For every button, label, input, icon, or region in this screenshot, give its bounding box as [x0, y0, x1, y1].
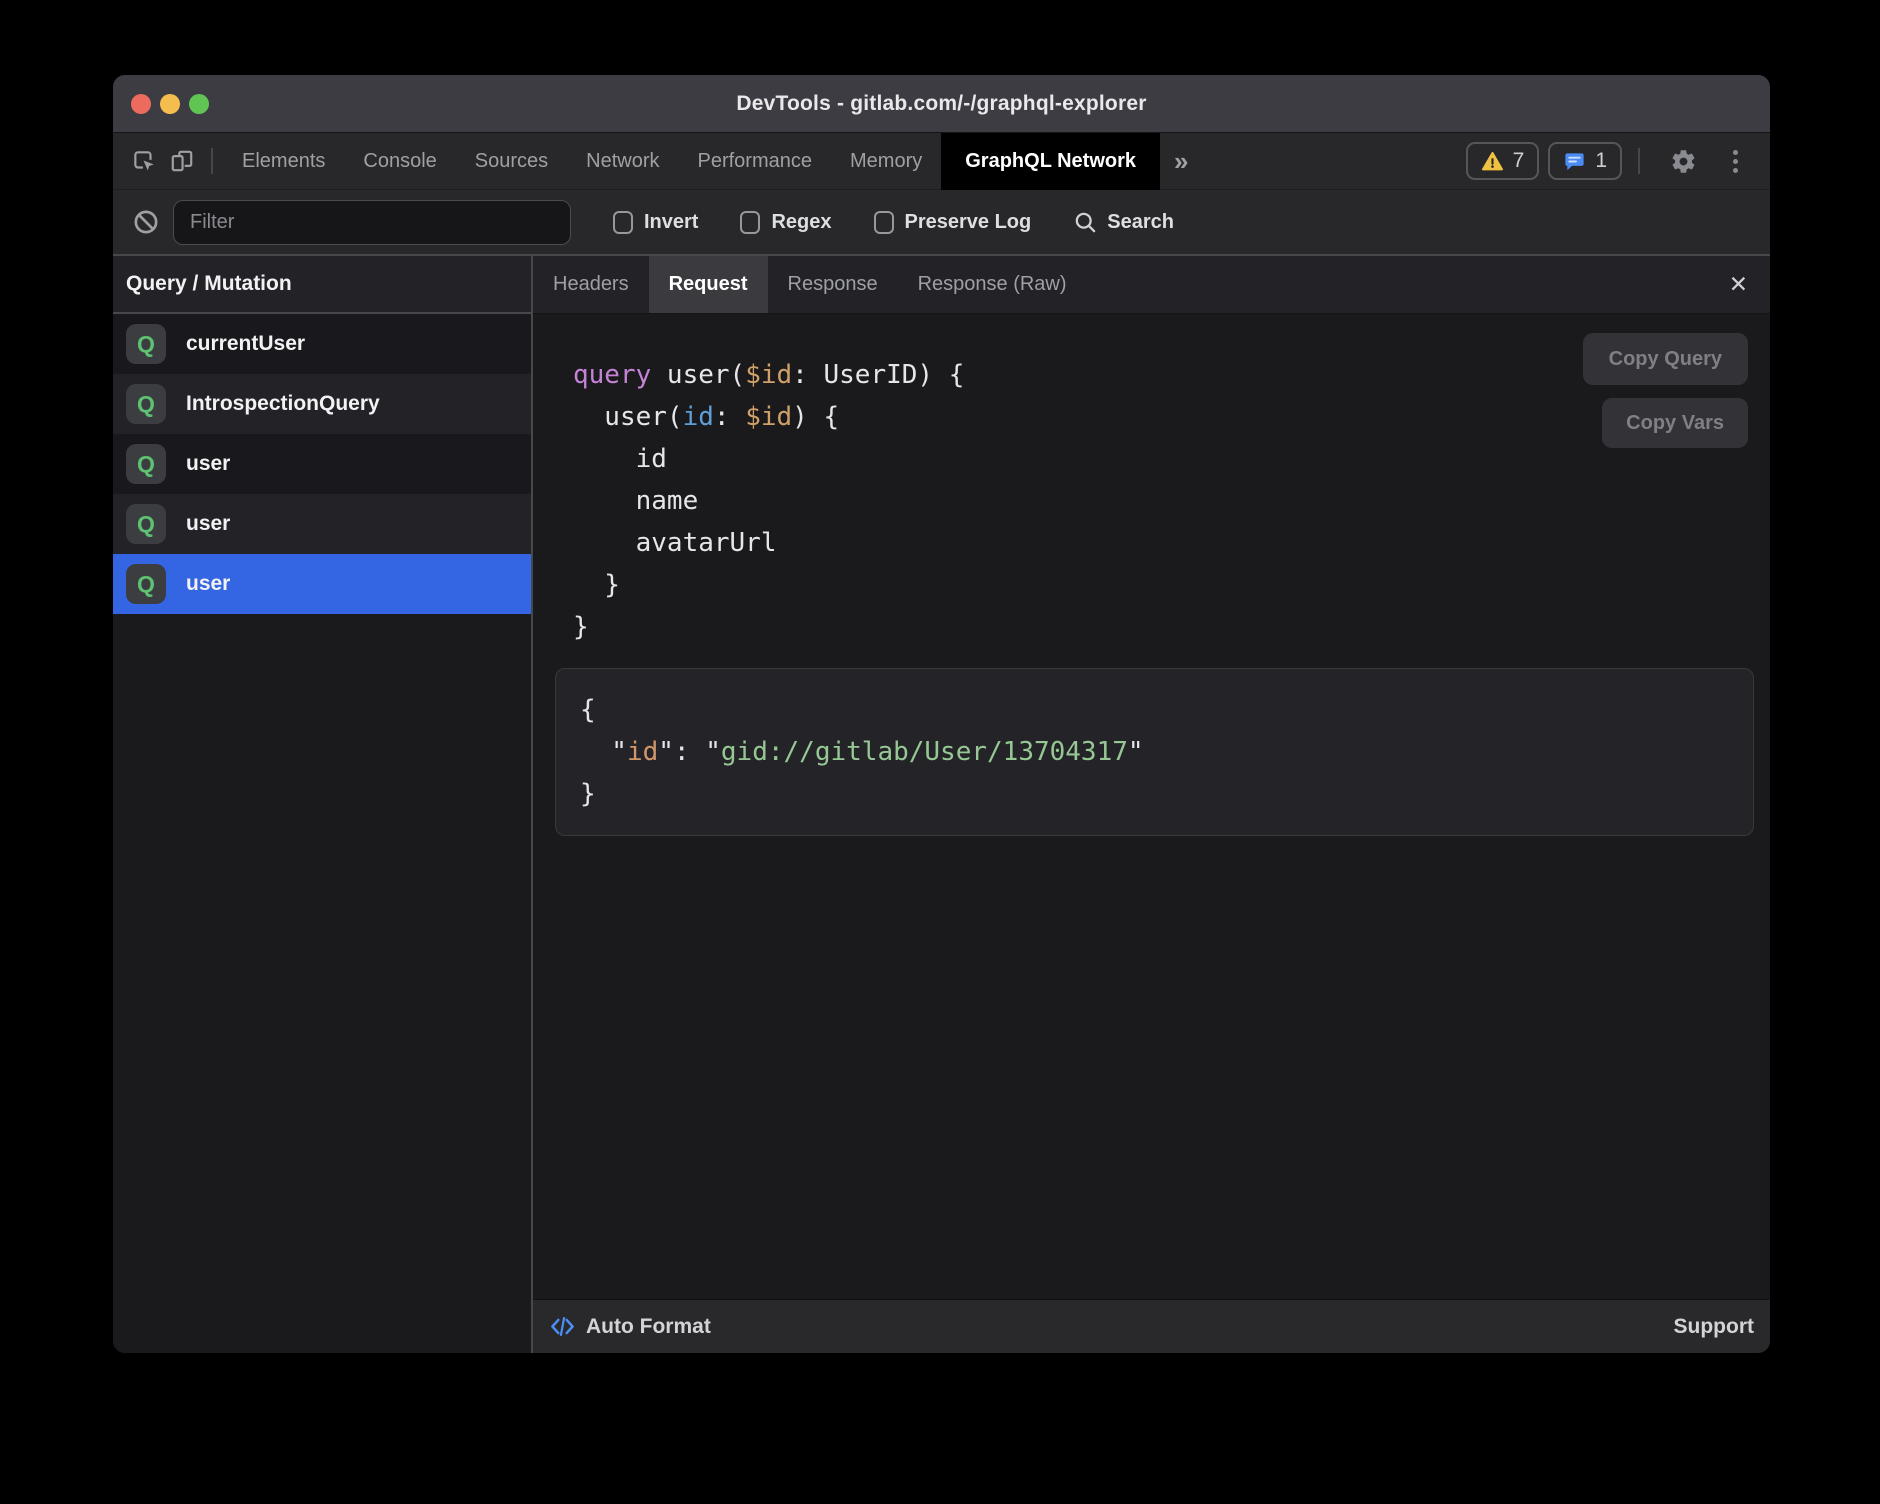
console-warnings-badge[interactable]: 7 — [1466, 142, 1540, 180]
request-content: query user($id: UserID) { user(id: $id) … — [533, 314, 1770, 1299]
tab-console[interactable]: Console — [344, 133, 455, 190]
tab-sources[interactable]: Sources — [456, 133, 567, 190]
console-messages-badge[interactable]: 1 — [1548, 142, 1622, 180]
copy-buttons: Copy Query Copy Vars — [1583, 333, 1748, 448]
copy-query-button[interactable]: Copy Query — [1583, 333, 1748, 385]
close-icon: ✕ — [1729, 271, 1748, 298]
code-line: } — [573, 606, 1770, 648]
block-icon — [132, 208, 160, 236]
filter-bar: Invert Regex Preserve Log Search — [113, 190, 1770, 256]
devtools-tab-bar: Elements Console Sources Network Perform… — [113, 133, 1770, 190]
preserve-log-checkbox-group[interactable]: Preserve Log — [874, 211, 1032, 234]
query-name: user — [186, 572, 230, 596]
device-toolbar-button[interactable] — [163, 142, 201, 180]
search-label: Search — [1107, 211, 1174, 234]
toolbar-separator — [211, 148, 213, 174]
query-type-badge: Q — [126, 564, 166, 604]
chat-bubble-icon — [1563, 150, 1586, 173]
auto-format-button[interactable]: Auto Format — [586, 1315, 711, 1339]
gear-icon — [1670, 148, 1697, 175]
query-name: user — [186, 512, 230, 536]
code-line: } — [580, 773, 1729, 815]
tab-headers[interactable]: Headers — [533, 256, 649, 313]
sidebar-header: Query / Mutation — [113, 256, 531, 314]
query-type-badge: Q — [126, 444, 166, 484]
tab-request[interactable]: Request — [649, 256, 768, 313]
message-count: 1 — [1595, 149, 1607, 173]
search-button[interactable]: Search — [1073, 210, 1174, 235]
close-window-button[interactable] — [131, 94, 151, 114]
preserve-log-checkbox[interactable] — [874, 211, 894, 234]
query-list-item-selected[interactable]: Q user — [113, 554, 531, 614]
query-variables-box: { "id": "gid://gitlab/User/13704317"} — [555, 668, 1754, 836]
warning-count: 7 — [1513, 149, 1525, 173]
support-link[interactable]: Support — [1674, 1315, 1754, 1339]
tab-network[interactable]: Network — [567, 133, 678, 190]
toolbar-separator — [1638, 148, 1640, 174]
query-name: IntrospectionQuery — [186, 392, 380, 416]
tab-elements[interactable]: Elements — [223, 133, 344, 190]
query-sidebar: Query / Mutation Q currentUser Q Introsp… — [113, 256, 531, 1353]
code-line: "id": "gid://gitlab/User/13704317" — [580, 731, 1729, 773]
panel-footer: Auto Format Support — [533, 1299, 1770, 1353]
code-line: } — [573, 564, 1770, 606]
tab-memory[interactable]: Memory — [831, 133, 941, 190]
preserve-log-label: Preserve Log — [905, 211, 1032, 234]
query-list-item[interactable]: Q IntrospectionQuery — [113, 374, 531, 434]
tab-performance[interactable]: Performance — [679, 133, 832, 190]
code-line: { — [580, 689, 1729, 731]
tab-response-raw[interactable]: Response (Raw) — [898, 256, 1087, 313]
tab-response[interactable]: Response — [768, 256, 898, 313]
regex-label: Regex — [771, 211, 831, 234]
query-type-badge: Q — [126, 504, 166, 544]
window-title: DevTools - gitlab.com/-/graphql-explorer — [736, 92, 1146, 116]
warning-icon — [1481, 150, 1504, 173]
invert-checkbox[interactable] — [613, 211, 633, 234]
clear-filter-button[interactable] — [127, 203, 165, 241]
minimize-window-button[interactable] — [160, 94, 180, 114]
copy-vars-button[interactable]: Copy Vars — [1602, 398, 1748, 448]
query-name: currentUser — [186, 332, 305, 356]
query-list-item[interactable]: Q currentUser — [113, 314, 531, 374]
code-format-icon — [549, 1313, 576, 1340]
inspect-element-icon — [131, 148, 157, 174]
window-controls — [131, 75, 209, 132]
more-options-button[interactable] — [1716, 142, 1754, 180]
request-panel: Headers Request Response Response (Raw) … — [533, 256, 1770, 1353]
title-bar: DevTools - gitlab.com/-/graphql-explorer — [113, 75, 1770, 133]
regex-checkbox-group[interactable]: Regex — [740, 211, 831, 234]
filter-input[interactable] — [173, 200, 571, 245]
kebab-menu-icon — [1733, 150, 1738, 173]
invert-checkbox-group[interactable]: Invert — [613, 211, 698, 234]
query-type-badge: Q — [126, 384, 166, 424]
invert-label: Invert — [644, 211, 698, 234]
query-list-item[interactable]: Q user — [113, 494, 531, 554]
search-icon — [1073, 210, 1098, 235]
query-list-item[interactable]: Q user — [113, 434, 531, 494]
devtools-window: DevTools - gitlab.com/-/graphql-explorer… — [113, 75, 1770, 1353]
panel-tab-bar: Headers Request Response Response (Raw) … — [533, 256, 1770, 314]
main-split: Query / Mutation Q currentUser Q Introsp… — [113, 256, 1770, 1353]
close-panel-button[interactable]: ✕ — [1707, 256, 1770, 313]
code-line: avatarUrl — [573, 522, 1770, 564]
zoom-window-button[interactable] — [189, 94, 209, 114]
settings-button[interactable] — [1664, 142, 1702, 180]
code-line: name — [573, 480, 1770, 522]
tab-graphql-network[interactable]: GraphQL Network — [941, 133, 1160, 190]
query-name: user — [186, 452, 230, 476]
device-toolbar-icon — [169, 148, 195, 174]
inspect-element-button[interactable] — [125, 142, 163, 180]
regex-checkbox[interactable] — [740, 211, 760, 234]
query-type-badge: Q — [126, 324, 166, 364]
more-tabs-button[interactable]: » — [1160, 146, 1202, 177]
